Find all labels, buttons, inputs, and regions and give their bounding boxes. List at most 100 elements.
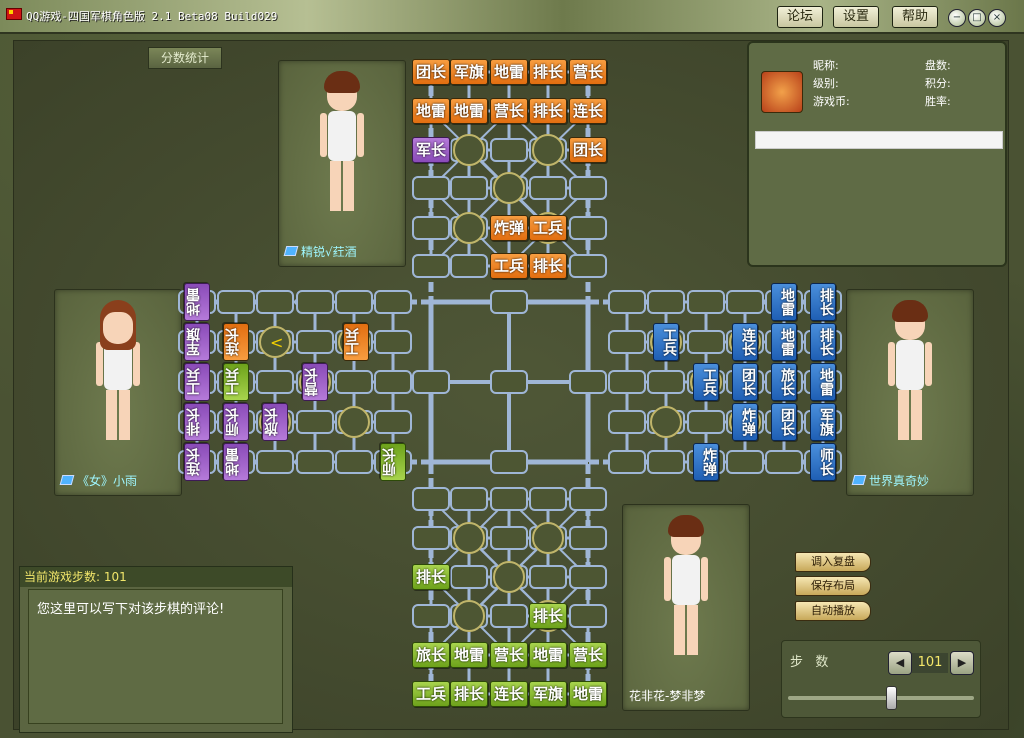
board-station: [490, 290, 528, 314]
piece-工兵[interactable]: 工兵: [343, 323, 369, 361]
board-station: [608, 450, 646, 474]
games-label: 盘数:: [925, 59, 951, 72]
piece-排长[interactable]: 排长: [529, 253, 567, 279]
piece-连长[interactable]: 连长: [490, 681, 528, 707]
piece-地雷[interactable]: 地雷: [184, 283, 210, 321]
piece-工兵[interactable]: 工兵: [490, 253, 528, 279]
piece-旅长[interactable]: 旅长: [412, 642, 450, 668]
board-camp: [493, 561, 525, 593]
board-camp: [532, 522, 564, 554]
prev-step-icon[interactable]: ◀: [888, 651, 912, 675]
piece-排长[interactable]: 排长: [529, 98, 567, 124]
piece-地雷[interactable]: 地雷: [771, 283, 797, 321]
app-window: QQ游戏-四国军棋角色版 2.1 Beta08 Build029 论坛 设置 帮…: [0, 0, 1024, 738]
board-station: [217, 290, 255, 314]
comment-textarea[interactable]: 您这里可以写下对该步棋的评论!: [28, 589, 283, 724]
board-station: [569, 526, 607, 550]
piece-军旗[interactable]: 军旗: [450, 59, 488, 85]
board-station: [450, 487, 488, 511]
piece-营长[interactable]: 营长: [490, 98, 528, 124]
save-layout-button[interactable]: 保存布局: [795, 576, 871, 596]
board-station: [450, 254, 488, 278]
step-slider-track[interactable]: [788, 696, 974, 700]
piece-炸弹[interactable]: 炸弹: [732, 403, 758, 441]
board-station: [412, 604, 450, 628]
board-station: [569, 370, 607, 394]
piece-军旗[interactable]: 军旗: [529, 681, 567, 707]
piece-师长[interactable]: 师长: [810, 443, 836, 481]
board-station: [529, 565, 567, 589]
piece-排长[interactable]: 排长: [450, 681, 488, 707]
info-input-bar[interactable]: [755, 131, 1003, 149]
piece-工兵[interactable]: 工兵: [184, 363, 210, 401]
piece-旅长[interactable]: 旅长: [771, 363, 797, 401]
piece-团长[interactable]: 团长: [732, 363, 758, 401]
piece-地雷[interactable]: 地雷: [529, 642, 567, 668]
piece-工兵[interactable]: 工兵: [223, 363, 249, 401]
piece-炸弹[interactable]: 炸弹: [490, 215, 528, 241]
piece-营长[interactable]: 营长: [490, 642, 528, 668]
piece-地雷[interactable]: 地雷: [223, 443, 249, 481]
board-station: [490, 138, 528, 162]
board-station: [687, 330, 725, 354]
piece-工兵[interactable]: 工兵: [653, 323, 679, 361]
board-station: [765, 450, 803, 474]
piece-师长[interactable]: 师长: [380, 443, 406, 481]
piece-地雷[interactable]: 地雷: [412, 98, 450, 124]
board-station: [335, 370, 373, 394]
piece-排长[interactable]: 排长: [810, 283, 836, 321]
piece-军长[interactable]: 军长: [412, 137, 450, 163]
board-station: [608, 290, 646, 314]
piece-团长[interactable]: 团长: [771, 403, 797, 441]
board-station: [490, 526, 528, 550]
piece-排长[interactable]: 排长: [184, 403, 210, 441]
piece-团长[interactable]: 团长: [569, 137, 607, 163]
piece-连长[interactable]: 连长: [732, 323, 758, 361]
piece-炸弹[interactable]: 炸弹: [693, 443, 719, 481]
piece-工兵[interactable]: 工兵: [529, 215, 567, 241]
piece-军旗[interactable]: 军旗: [184, 323, 210, 361]
board-station: [374, 410, 412, 434]
auto-play-button[interactable]: 自动播放: [795, 601, 871, 621]
step-slider-thumb[interactable]: [886, 686, 898, 710]
board-camp: [453, 600, 485, 632]
piece-军旗[interactable]: 军旗: [810, 403, 836, 441]
piece-师长[interactable]: 师长: [223, 403, 249, 441]
piece-排长[interactable]: 排长: [529, 603, 567, 629]
piece-排长[interactable]: 排长: [810, 323, 836, 361]
piece-营长[interactable]: 营长: [569, 59, 607, 85]
board-station: [412, 487, 450, 511]
piece-工兵[interactable]: 工兵: [412, 681, 450, 707]
piece-旅长[interactable]: 旅长: [262, 403, 288, 441]
board-station: [412, 526, 450, 550]
piece-地雷[interactable]: 地雷: [490, 59, 528, 85]
piece-连长[interactable]: 连长: [184, 443, 210, 481]
board-station: [726, 450, 764, 474]
piece-地雷[interactable]: 地雷: [771, 323, 797, 361]
piece-营长[interactable]: 营长: [569, 642, 607, 668]
board-station: [569, 565, 607, 589]
board-camp: [338, 406, 370, 438]
piece-排长[interactable]: 排长: [412, 564, 450, 590]
load-replay-button[interactable]: 调入复盘: [795, 552, 871, 572]
coins-label: 游戏币:: [813, 95, 850, 108]
board-station: [687, 410, 725, 434]
piece-地雷[interactable]: 地雷: [810, 363, 836, 401]
piece-地雷[interactable]: 地雷: [569, 681, 607, 707]
piece-工兵[interactable]: 工兵: [693, 363, 719, 401]
piece-营长[interactable]: 营长: [302, 363, 328, 401]
board-station: [374, 290, 412, 314]
board-station: [296, 450, 334, 474]
score-label: 积分:: [925, 77, 951, 90]
piece-地雷[interactable]: 地雷: [450, 642, 488, 668]
board-camp: [493, 172, 525, 204]
board-station: [374, 330, 412, 354]
piece-连长[interactable]: 连长: [569, 98, 607, 124]
board-station: [529, 176, 567, 200]
board-station: [296, 410, 334, 434]
piece-团长[interactable]: 团长: [412, 59, 450, 85]
next-step-icon[interactable]: ▶: [950, 651, 974, 675]
piece-地雷[interactable]: 地雷: [450, 98, 488, 124]
piece-排长[interactable]: 排长: [529, 59, 567, 85]
piece-连长[interactable]: 连长: [223, 323, 249, 361]
